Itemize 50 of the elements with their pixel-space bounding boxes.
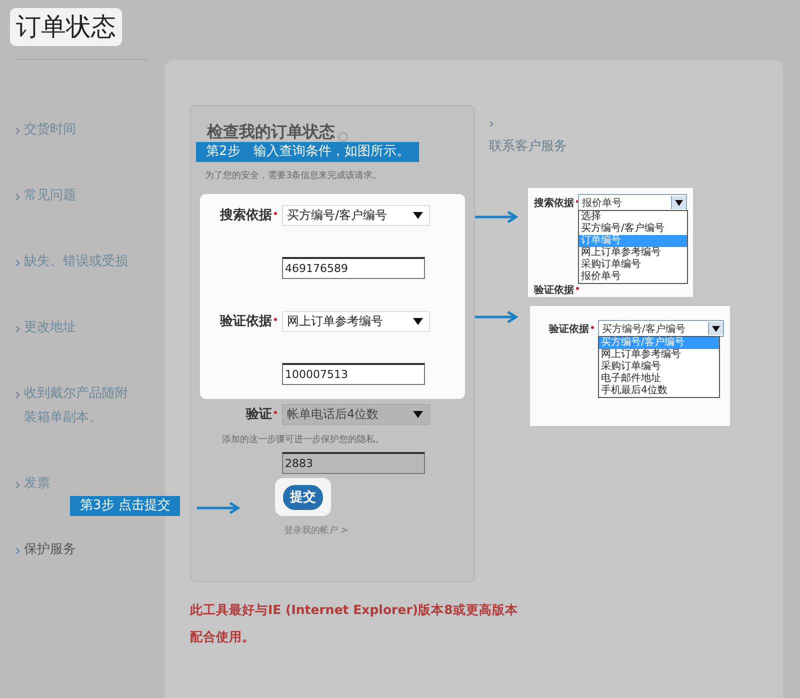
caret-icon	[413, 318, 423, 324]
step-banner: 第2步 输入查询条件，如图所示。	[196, 142, 420, 162]
dropdown-option[interactable]: 电子邮件地址	[599, 373, 719, 385]
sidebar-link[interactable]: 保护服务	[24, 538, 136, 562]
required-mark	[576, 287, 579, 290]
required-mark	[591, 326, 594, 329]
dropdown-field[interactable]: 买方编号/客户编号	[282, 204, 430, 226]
chevron-icon	[15, 481, 20, 489]
form-subtitle: 为了您的安全，需要3条信息来完成该请求。	[204, 170, 383, 182]
chevron-icon	[15, 127, 20, 135]
help-icon	[338, 132, 348, 142]
dropdown-button[interactable]	[671, 196, 686, 209]
field-label: 验证依据	[534, 284, 574, 297]
dropdown-field[interactable]: 网上订单参考编号	[282, 310, 430, 332]
dropdown-button[interactable]	[708, 322, 723, 335]
chevron-icon	[15, 391, 20, 399]
chevron-icon	[15, 547, 20, 555]
caret-icon	[712, 326, 720, 332]
arrow-icon	[196, 502, 240, 514]
dropdown-option[interactable]: 采购订单编号	[599, 361, 719, 373]
chevron-icon: ›	[489, 117, 567, 133]
chevron-icon	[15, 193, 20, 201]
field-label: 验证	[246, 406, 272, 423]
browser-note: 此工具最好与IE (Internet Explorer)版本8或更高版本配合使用。	[190, 601, 519, 646]
input-field[interactable]: 100007513	[282, 363, 425, 385]
chevron-icon	[15, 259, 20, 267]
caret-icon	[413, 410, 423, 418]
arrow-icon	[474, 211, 518, 223]
caret-icon	[413, 212, 423, 218]
chevron-icon	[15, 325, 20, 333]
required-mark	[576, 200, 578, 203]
dropdown-option[interactable]: 选择	[579, 211, 687, 223]
field-label: 搜索依据	[220, 206, 272, 224]
help-text: 添加的这一步骤可进一步保护您的隐私。	[221, 434, 384, 446]
submit-button[interactable]: 提交	[283, 484, 323, 510]
form-title: 检查我的订单状态	[207, 122, 335, 142]
caret-icon	[675, 200, 683, 206]
page-title: 订单状态	[10, 8, 122, 46]
field-label: 搜索依据	[534, 196, 574, 210]
dropdown-option[interactable]: 网上订单参考编号	[579, 247, 687, 259]
arrow-icon	[474, 311, 518, 323]
input-field[interactable]: 469176589	[282, 257, 425, 279]
step-banner: 第3步 点击提交	[70, 496, 180, 516]
dropdown-option[interactable]: 网上订单参考编号	[599, 349, 719, 361]
dropdown-option[interactable]: 采购订单编号	[579, 259, 687, 271]
field-label: 验证依据	[549, 322, 589, 336]
dropdown-option[interactable]: 报价单号	[579, 271, 687, 283]
dropdown-option[interactable]: 买方编号/客户编号	[579, 223, 687, 235]
dropdown-option[interactable]: 手机最后4位数	[599, 385, 719, 397]
field-label: 验证依据	[220, 313, 272, 330]
